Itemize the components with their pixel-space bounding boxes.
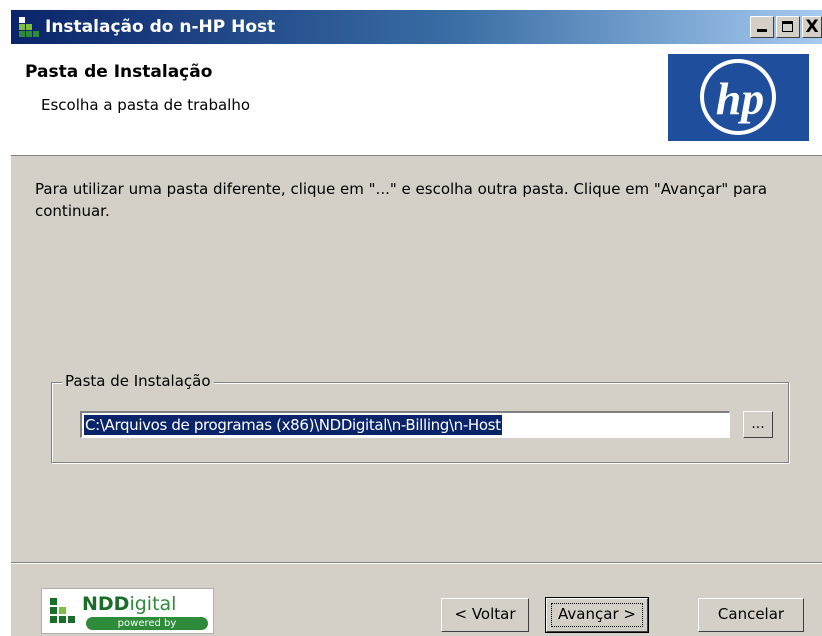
title-bar[interactable]: Instalação do n-HP Host X bbox=[11, 10, 822, 44]
close-button[interactable]: X bbox=[802, 16, 822, 38]
instructions-text: Para utilizar uma pasta diferente, cliqu… bbox=[35, 180, 768, 220]
back-button-label: < Voltar bbox=[454, 605, 516, 623]
next-button-label: Avançar > bbox=[558, 605, 636, 623]
next-button[interactable]: Avançar > bbox=[545, 597, 649, 633]
maximize-icon bbox=[782, 21, 793, 32]
install-path-value: C:\Arquivos de programas (x86)\NDDigital… bbox=[84, 415, 502, 435]
window-controls: X bbox=[750, 16, 822, 38]
footer-divider bbox=[11, 562, 822, 564]
group-label: Pasta de Instalação bbox=[62, 372, 214, 390]
hp-logo-mark: hp bbox=[700, 59, 776, 135]
back-button[interactable]: < Voltar bbox=[441, 598, 529, 632]
cancel-button-label: Cancelar bbox=[717, 605, 785, 623]
window-title: Instalação do n-HP Host bbox=[45, 17, 276, 37]
close-icon: X bbox=[805, 17, 819, 37]
installer-window: Instalação do n-HP Host X Pasta de Insta… bbox=[11, 10, 822, 636]
nddigital-logo-icon bbox=[50, 598, 76, 624]
maximize-button[interactable] bbox=[776, 16, 800, 38]
install-path-input[interactable]: C:\Arquivos de programas (x86)\NDDigital… bbox=[80, 411, 730, 438]
browse-button[interactable]: ... bbox=[743, 411, 773, 438]
nddigital-logo: NDDigital powered by bbox=[41, 588, 214, 634]
powered-by-badge: powered by bbox=[86, 617, 208, 630]
page-title: Pasta de Instalação bbox=[25, 62, 213, 82]
hp-logo-text: hp bbox=[716, 73, 765, 124]
cancel-button[interactable]: Cancelar bbox=[698, 598, 804, 632]
minimize-button[interactable] bbox=[750, 16, 774, 38]
hp-logo: hp bbox=[668, 54, 809, 141]
page-subtitle: Escolha a pasta de trabalho bbox=[41, 96, 251, 114]
nddigital-brand: NDDigital bbox=[82, 593, 177, 615]
setup-app-icon bbox=[19, 17, 39, 37]
wizard-header: Pasta de Instalação Escolha a pasta de t… bbox=[11, 44, 822, 156]
install-folder-group: Pasta de Instalação C:\Arquivos de progr… bbox=[51, 372, 789, 463]
minimize-icon bbox=[757, 29, 767, 32]
